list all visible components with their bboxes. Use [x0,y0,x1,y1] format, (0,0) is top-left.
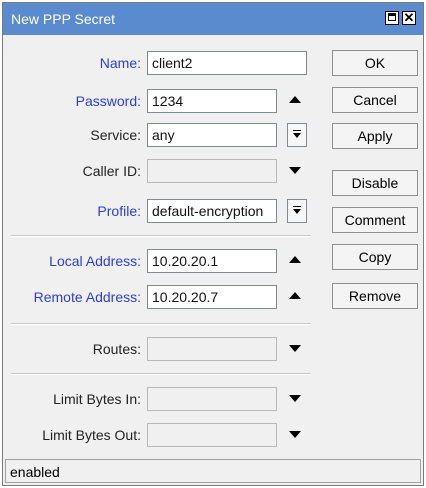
limit-bytes-in-field[interactable] [147,387,277,411]
expand-down-icon[interactable] [287,391,303,407]
routes-field[interactable] [147,337,277,361]
remote-address-field[interactable]: 10.20.20.7 [147,285,277,309]
limit-bytes-out-label: Limit Bytes Out: [42,427,141,443]
ok-button[interactable]: OK [332,50,418,76]
name-label: Name: [99,55,141,71]
collapse-up-icon[interactable] [287,289,303,305]
profile-select[interactable]: default-encryption [147,199,277,223]
service-select[interactable]: any [147,123,277,147]
disable-button[interactable]: Disable [332,170,418,196]
local-address-field[interactable]: 10.20.20.1 [147,249,277,273]
local-address-label: Local Address: [49,253,141,269]
collapse-up-icon[interactable] [287,93,303,109]
ppp-secret-window: New PPP Secret ✕ Name: client2 Password:… [2,2,424,486]
caller-id-row: Caller ID: [11,159,319,183]
caller-id-field[interactable] [147,159,277,183]
expand-down-icon[interactable] [287,163,303,179]
remove-button[interactable]: Remove [332,283,418,309]
password-field[interactable]: 1234 [147,89,277,113]
copy-button[interactable]: Copy [332,244,418,270]
password-row: Password: 1234 [11,89,319,113]
separator [11,323,311,325]
close-icon[interactable]: ✕ [402,10,416,25]
apply-button[interactable]: Apply [332,123,418,149]
title-bar[interactable]: New PPP Secret ✕ [3,3,423,35]
remote-address-row: Remote Address: 10.20.20.7 [11,285,319,309]
profile-row: Profile: default-encryption [11,199,319,223]
routes-row: Routes: [11,337,319,361]
profile-label: Profile: [97,203,141,219]
limit-bytes-out-field[interactable] [147,423,277,447]
dropdown-icon[interactable] [287,199,307,223]
limit-bytes-in-row: Limit Bytes In: [11,387,319,411]
name-row: Name: client2 [11,51,319,75]
comment-button[interactable]: Comment [332,207,418,233]
maximize-icon[interactable] [385,11,399,25]
cancel-button[interactable]: Cancel [332,87,418,113]
collapse-up-icon[interactable] [287,253,303,269]
name-field[interactable]: client2 [147,51,307,75]
status-text: enabled [10,464,60,480]
expand-down-icon[interactable] [287,427,303,443]
status-bar: enabled [5,459,421,483]
caller-id-label: Caller ID: [82,163,141,179]
limit-bytes-in-label: Limit Bytes In: [53,391,141,407]
service-row: Service: any [11,123,319,147]
local-address-row: Local Address: 10.20.20.1 [11,249,319,273]
routes-label: Routes: [92,341,141,357]
limit-bytes-out-row: Limit Bytes Out: [11,423,319,447]
dropdown-icon[interactable] [287,123,307,147]
form-area: Name: client2 Password: 1234 Service: an… [11,41,319,457]
window-title: New PPP Secret [11,11,116,27]
remote-address-label: Remote Address: [33,289,141,305]
separator [11,235,311,237]
service-label: Service: [90,127,141,143]
expand-down-icon[interactable] [287,341,303,357]
separator [11,373,311,375]
password-label: Password: [75,93,141,109]
